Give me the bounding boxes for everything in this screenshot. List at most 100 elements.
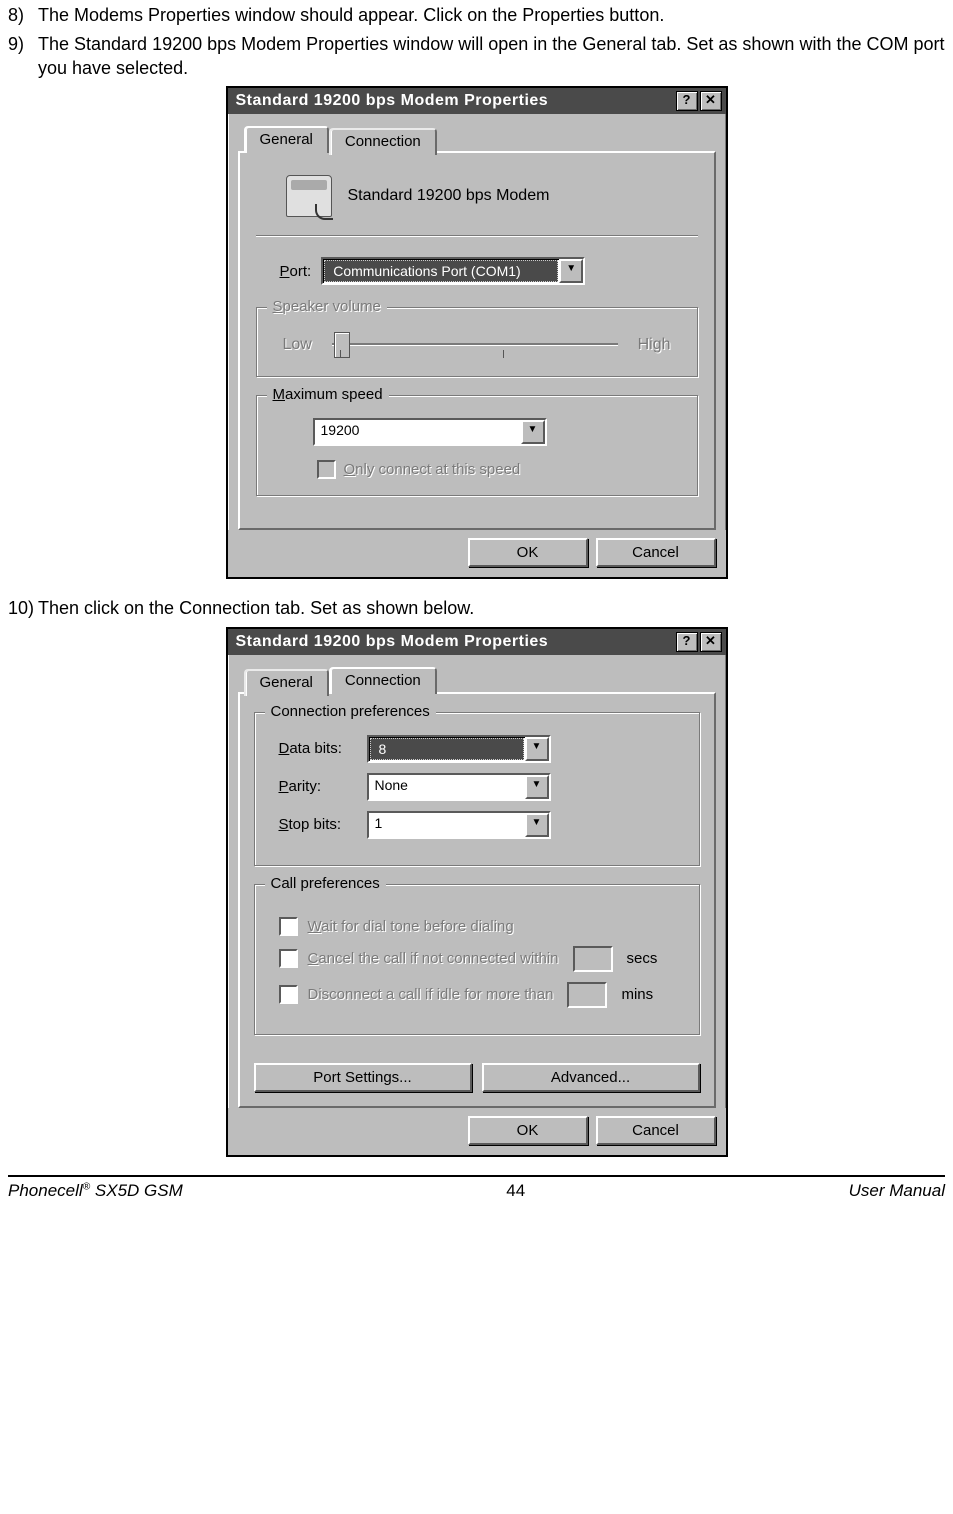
port-row: Port: Communications Port (COM1) ▼ <box>256 257 698 285</box>
dialog-window: Standard 19200 bps Modem Properties ? ✕ … <box>226 86 728 579</box>
data-bits-row: Data bits: 8 ▼ <box>271 735 683 763</box>
cancel-call-row: Cancel the call if not connected within … <box>271 946 683 972</box>
tab-connection[interactable]: Connection <box>329 667 437 694</box>
disconnect-row: Disconnect a call if idle for more than … <box>271 982 683 1008</box>
port-combo[interactable]: Communications Port (COM1) ▼ <box>321 257 585 285</box>
dialog-connection: Standard 19200 bps Modem Properties ? ✕ … <box>226 627 728 1157</box>
window-title: Standard 19200 bps Modem Properties <box>236 633 676 651</box>
tab-area: General Connection Standard 19200 bps Mo… <box>228 114 726 530</box>
chevron-down-icon[interactable]: ▼ <box>525 737 549 761</box>
chevron-down-icon[interactable]: ▼ <box>525 813 549 837</box>
help-button[interactable]: ? <box>676 91 698 111</box>
speed-legend: Maximum speed <box>267 386 389 403</box>
cancel-button[interactable]: Cancel <box>596 538 716 567</box>
tabs-row: General Connection <box>244 126 716 153</box>
chevron-down-icon[interactable]: ▼ <box>525 775 549 799</box>
cancel-button[interactable]: Cancel <box>596 1116 716 1145</box>
tab-connection[interactable]: Connection <box>329 128 437 155</box>
instruction-9: 9) The Standard 19200 bps Modem Properti… <box>8 33 945 80</box>
stop-bits-value: 1 <box>369 813 525 837</box>
slider-tick <box>340 350 341 358</box>
idle-mins-input[interactable] <box>567 982 607 1008</box>
slider-thumb[interactable] <box>334 332 350 358</box>
disconnect-checkbox[interactable] <box>279 985 298 1004</box>
call-pref-groupbox: Call preferences Wait for dial tone befo… <box>254 884 700 1035</box>
wait-dial-row: Wait for dial tone before dialing <box>271 917 683 936</box>
modem-header: Standard 19200 bps Modem <box>256 171 698 235</box>
volume-slider[interactable] <box>332 336 618 354</box>
parity-row: Parity: None ▼ <box>271 773 683 801</box>
titlebar: Standard 19200 bps Modem Properties ? ✕ <box>228 629 726 655</box>
modem-name: Standard 19200 bps Modem <box>348 187 550 205</box>
call-pref-legend: Call preferences <box>265 875 386 892</box>
wait-dial-label: Wait for dial tone before dialing <box>308 918 514 935</box>
page-content: 8) The Modems Properties window should a… <box>0 0 953 1157</box>
tab-area: General Connection Connection preference… <box>228 655 726 1108</box>
tab-body-general: Standard 19200 bps Modem Port: Communica… <box>238 151 716 530</box>
conn-pref-groupbox: Connection preferences Data bits: 8 ▼ Pa… <box>254 712 700 866</box>
only-connect-row: Only connect at this speed <box>317 460 681 479</box>
slider-row: Low High <box>273 330 681 360</box>
advanced-button[interactable]: Advanced... <box>482 1063 700 1092</box>
instr-text: The Standard 19200 bps Modem Properties … <box>38 33 945 80</box>
stop-bits-combo[interactable]: 1 ▼ <box>367 811 551 839</box>
instr-number: 10) <box>8 597 38 620</box>
footer-product: Phonecell <box>8 1181 83 1200</box>
tab-general[interactable]: General <box>244 126 329 153</box>
separator <box>256 235 698 237</box>
chevron-down-icon[interactable]: ▼ <box>559 259 583 283</box>
cancel-call-label: Cancel the call if not connected within <box>308 950 559 967</box>
dialog-button-bar: OK Cancel <box>228 1108 726 1155</box>
mins-label: mins <box>621 986 653 1003</box>
ok-button[interactable]: OK <box>468 538 588 567</box>
instruction-10: 10) Then click on the Connection tab. Se… <box>8 597 945 620</box>
cancel-call-checkbox[interactable] <box>279 949 298 968</box>
footer-right: User Manual <box>849 1181 945 1201</box>
page-footer: Phonecell® SX5D GSM 44 User Manual <box>0 1177 953 1211</box>
slider-tick <box>503 350 504 358</box>
dialog-button-bar: OK Cancel <box>228 530 726 577</box>
titlebar-buttons: ? ✕ <box>676 632 722 652</box>
cancel-secs-input[interactable] <box>573 946 613 972</box>
instruction-8: 8) The Modems Properties window should a… <box>8 4 945 27</box>
dialog-window: Standard 19200 bps Modem Properties ? ✕ … <box>226 627 728 1157</box>
parity-label: Parity: <box>279 778 355 795</box>
speaker-groupbox: Speaker volume Low High <box>256 307 698 377</box>
slider-track-line <box>332 343 618 346</box>
help-button[interactable]: ? <box>676 632 698 652</box>
instr-text: The Modems Properties window should appe… <box>38 4 945 27</box>
ok-button[interactable]: OK <box>468 1116 588 1145</box>
footer-left: Phonecell® SX5D GSM <box>8 1181 183 1201</box>
footer-model: SX5D GSM <box>90 1181 183 1200</box>
stop-bits-label: Stop bits: <box>279 816 355 833</box>
chevron-down-icon[interactable]: ▼ <box>521 420 545 444</box>
instr-number: 9) <box>8 33 38 80</box>
footer-page-number: 44 <box>506 1181 525 1201</box>
tab-general[interactable]: General <box>244 669 329 696</box>
modem-icon <box>286 175 332 217</box>
data-bits-combo[interactable]: 8 ▼ <box>367 735 551 763</box>
speed-combo[interactable]: 19200 ▼ <box>313 418 547 446</box>
only-connect-label: Only connect at this speed <box>344 461 521 478</box>
bottom-button-row: Port Settings... Advanced... <box>254 1063 700 1092</box>
data-bits-value: 8 <box>370 738 524 760</box>
close-button[interactable]: ✕ <box>700 91 722 111</box>
port-settings-button[interactable]: Port Settings... <box>254 1063 472 1092</box>
parity-combo[interactable]: None ▼ <box>367 773 551 801</box>
speed-groupbox: Maximum speed 19200 ▼ Only connect at th… <box>256 395 698 496</box>
tab-body-connection: Connection preferences Data bits: 8 ▼ Pa… <box>238 692 716 1108</box>
port-label: Port: <box>280 263 312 280</box>
speed-value: 19200 <box>315 420 521 444</box>
slider-high-label: High <box>638 336 671 354</box>
data-bits-label: Data bits: <box>279 740 355 757</box>
close-button[interactable]: ✕ <box>700 632 722 652</box>
window-title: Standard 19200 bps Modem Properties <box>236 92 676 110</box>
wait-dial-checkbox[interactable] <box>279 917 298 936</box>
parity-value: None <box>369 775 525 799</box>
port-value: Communications Port (COM1) <box>324 260 558 282</box>
only-connect-checkbox[interactable] <box>317 460 336 479</box>
conn-pref-legend: Connection preferences <box>265 703 436 720</box>
instr-number: 8) <box>8 4 38 27</box>
stop-bits-row: Stop bits: 1 ▼ <box>271 811 683 839</box>
tabs-row: General Connection <box>244 667 716 694</box>
